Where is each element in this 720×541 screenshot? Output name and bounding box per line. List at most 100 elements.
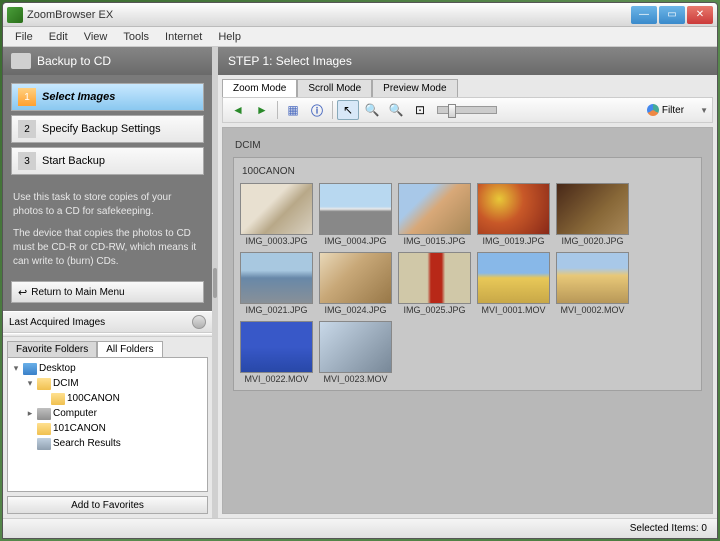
help-text-1: Use this task to store copies of your ph… <box>3 187 212 223</box>
thumbnail[interactable]: IMG_0019.JPG <box>477 183 550 246</box>
minimize-button[interactable]: — <box>631 6 657 24</box>
thumbnail[interactable]: IMG_0003.JPG <box>240 183 313 246</box>
thumbnail-image <box>319 321 392 373</box>
select-all-button[interactable]: ▦ <box>282 100 304 120</box>
zoom-slider[interactable] <box>437 106 497 114</box>
step-number: 1 <box>18 88 36 106</box>
image-browser[interactable]: DCIM 100CANON IMG_0003.JPGIMG_0004.JPGIM… <box>222 127 713 514</box>
tab-scroll-mode[interactable]: Scroll Mode <box>297 79 372 97</box>
thumbnail-image <box>556 252 629 304</box>
wizard-step-1[interactable]: 1 Select Images <box>11 83 204 111</box>
help-text-2: The device that copies the photos to CD … <box>3 223 212 273</box>
collapse-icon[interactable]: ▾ <box>25 378 35 389</box>
splitter-handle-icon <box>213 268 217 298</box>
computer-icon <box>37 408 51 420</box>
tab-all-folders[interactable]: All Folders <box>97 341 162 357</box>
thumbnail-image <box>398 183 471 235</box>
menubar: File Edit View Tools Internet Help <box>3 27 717 47</box>
thumbnail-filename: IMG_0003.JPG <box>240 236 313 246</box>
filter-label: Filter <box>662 105 684 116</box>
folder-tree[interactable]: ▾Desktop ▾DCIM 100CANON ▸Computer 101CAN… <box>7 357 208 492</box>
step-label: Start Backup <box>42 155 105 167</box>
thumbnail[interactable]: MVI_0001.MOV <box>477 252 550 315</box>
window-title: ZoomBrowser EX <box>27 9 631 21</box>
step-number: 2 <box>18 120 36 138</box>
thumbnail-filename: MVI_0001.MOV <box>477 305 550 315</box>
toolbar: ◄ ► ▦ ⓘ ↖ 🔍 🔍 ⊡ Filter ▼ <box>222 97 713 123</box>
menu-edit[interactable]: Edit <box>41 29 76 45</box>
tree-node-computer[interactable]: ▸Computer <box>11 406 204 421</box>
separator <box>277 101 278 119</box>
thumbnail[interactable]: IMG_0015.JPG <box>398 183 471 246</box>
forward-button[interactable]: ► <box>251 100 273 120</box>
last-acquired-label: Last Acquired Images <box>9 317 105 328</box>
thumbnail-image <box>556 183 629 235</box>
slider-thumb[interactable] <box>448 104 456 118</box>
thumbnail[interactable]: IMG_0004.JPG <box>319 183 392 246</box>
last-acquired-header[interactable]: Last Acquired Images <box>3 311 212 333</box>
task-header: Backup to CD <box>3 47 212 75</box>
titlebar[interactable]: ZoomBrowser EX — ▭ ✕ <box>3 3 717 27</box>
thumbnail-filename: MVI_0023.MOV <box>319 374 392 384</box>
menu-tools[interactable]: Tools <box>115 29 157 45</box>
thumbnail-filename: IMG_0021.JPG <box>240 305 313 315</box>
thumbnail[interactable]: IMG_0024.JPG <box>319 252 392 315</box>
menu-view[interactable]: View <box>76 29 116 45</box>
menu-internet[interactable]: Internet <box>157 29 210 45</box>
maximize-button[interactable]: ▭ <box>659 6 685 24</box>
info-button[interactable]: ⓘ <box>306 100 328 120</box>
wizard-step-3[interactable]: 3 Start Backup <box>11 147 204 175</box>
tab-preview-mode[interactable]: Preview Mode <box>372 79 457 97</box>
app-window: ZoomBrowser EX — ▭ ✕ File Edit View Tool… <box>2 2 718 539</box>
tree-node-desktop[interactable]: ▾Desktop <box>11 361 204 376</box>
thumbnail-filename: IMG_0004.JPG <box>319 236 392 246</box>
thumbnail-image <box>319 252 392 304</box>
tree-node-100canon[interactable]: 100CANON <box>11 391 204 406</box>
thumbnail[interactable]: IMG_0025.JPG <box>398 252 471 315</box>
add-favorites-button[interactable]: Add to Favorites <box>7 496 208 514</box>
step-number: 3 <box>18 152 36 170</box>
tree-node-101canon[interactable]: 101CANON <box>11 421 204 436</box>
return-label: Return to Main Menu <box>31 287 124 298</box>
thumbnail[interactable]: MVI_0022.MOV <box>240 321 313 384</box>
menu-help[interactable]: Help <box>210 29 249 45</box>
thumbnail-filename: IMG_0015.JPG <box>398 236 471 246</box>
back-button[interactable]: ◄ <box>227 100 249 120</box>
step-label: Specify Backup Settings <box>42 123 161 135</box>
expand-icon[interactable] <box>192 315 206 329</box>
tab-favorite-folders[interactable]: Favorite Folders <box>7 341 97 357</box>
dropdown-icon[interactable]: ▼ <box>700 106 708 115</box>
thumbnail-image <box>240 252 313 304</box>
thumbnail-image <box>477 252 550 304</box>
zoom-out-button[interactable]: 🔍 <box>385 100 407 120</box>
thumbnail[interactable]: MVI_0002.MOV <box>556 252 629 315</box>
menu-file[interactable]: File <box>7 29 41 45</box>
thumbnail[interactable]: IMG_0020.JPG <box>556 183 629 246</box>
zoom-in-button[interactable]: 🔍 <box>361 100 383 120</box>
thumbnail-image <box>398 252 471 304</box>
back-arrow-icon: ◄ <box>232 103 244 117</box>
wizard-step-2[interactable]: 2 Specify Backup Settings <box>11 115 204 143</box>
thumbnail-filename: MVI_0002.MOV <box>556 305 629 315</box>
tree-node-dcim[interactable]: ▾DCIM <box>11 376 204 391</box>
thumbnail[interactable]: MVI_0023.MOV <box>319 321 392 384</box>
thumbnail[interactable]: IMG_0021.JPG <box>240 252 313 315</box>
fit-icon: ⊡ <box>415 103 425 117</box>
collapse-icon[interactable]: ▾ <box>11 363 21 374</box>
filter-button[interactable]: Filter <box>643 104 688 116</box>
thumbnail-filename: IMG_0025.JPG <box>398 305 471 315</box>
wizard-steps: 1 Select Images 2 Specify Backup Setting… <box>3 75 212 187</box>
close-button[interactable]: ✕ <box>687 6 713 24</box>
fit-button[interactable]: ⊡ <box>409 100 431 120</box>
tab-zoom-mode[interactable]: Zoom Mode <box>222 79 297 97</box>
expand-icon[interactable]: ▸ <box>25 408 35 419</box>
selected-count: Selected Items: 0 <box>630 523 707 534</box>
return-main-button[interactable]: ↩ Return to Main Menu <box>11 281 204 303</box>
tree-node-search[interactable]: Search Results <box>11 436 204 451</box>
sidebar: Backup to CD 1 Select Images 2 Specify B… <box>3 47 212 518</box>
thumbnail-image <box>240 183 313 235</box>
pointer-tool-button[interactable]: ↖ <box>337 100 359 120</box>
task-header-label: Backup to CD <box>37 54 111 68</box>
folder-tabs: Favorite Folders All Folders <box>3 337 212 357</box>
folder-label: DCIM <box>233 138 702 157</box>
